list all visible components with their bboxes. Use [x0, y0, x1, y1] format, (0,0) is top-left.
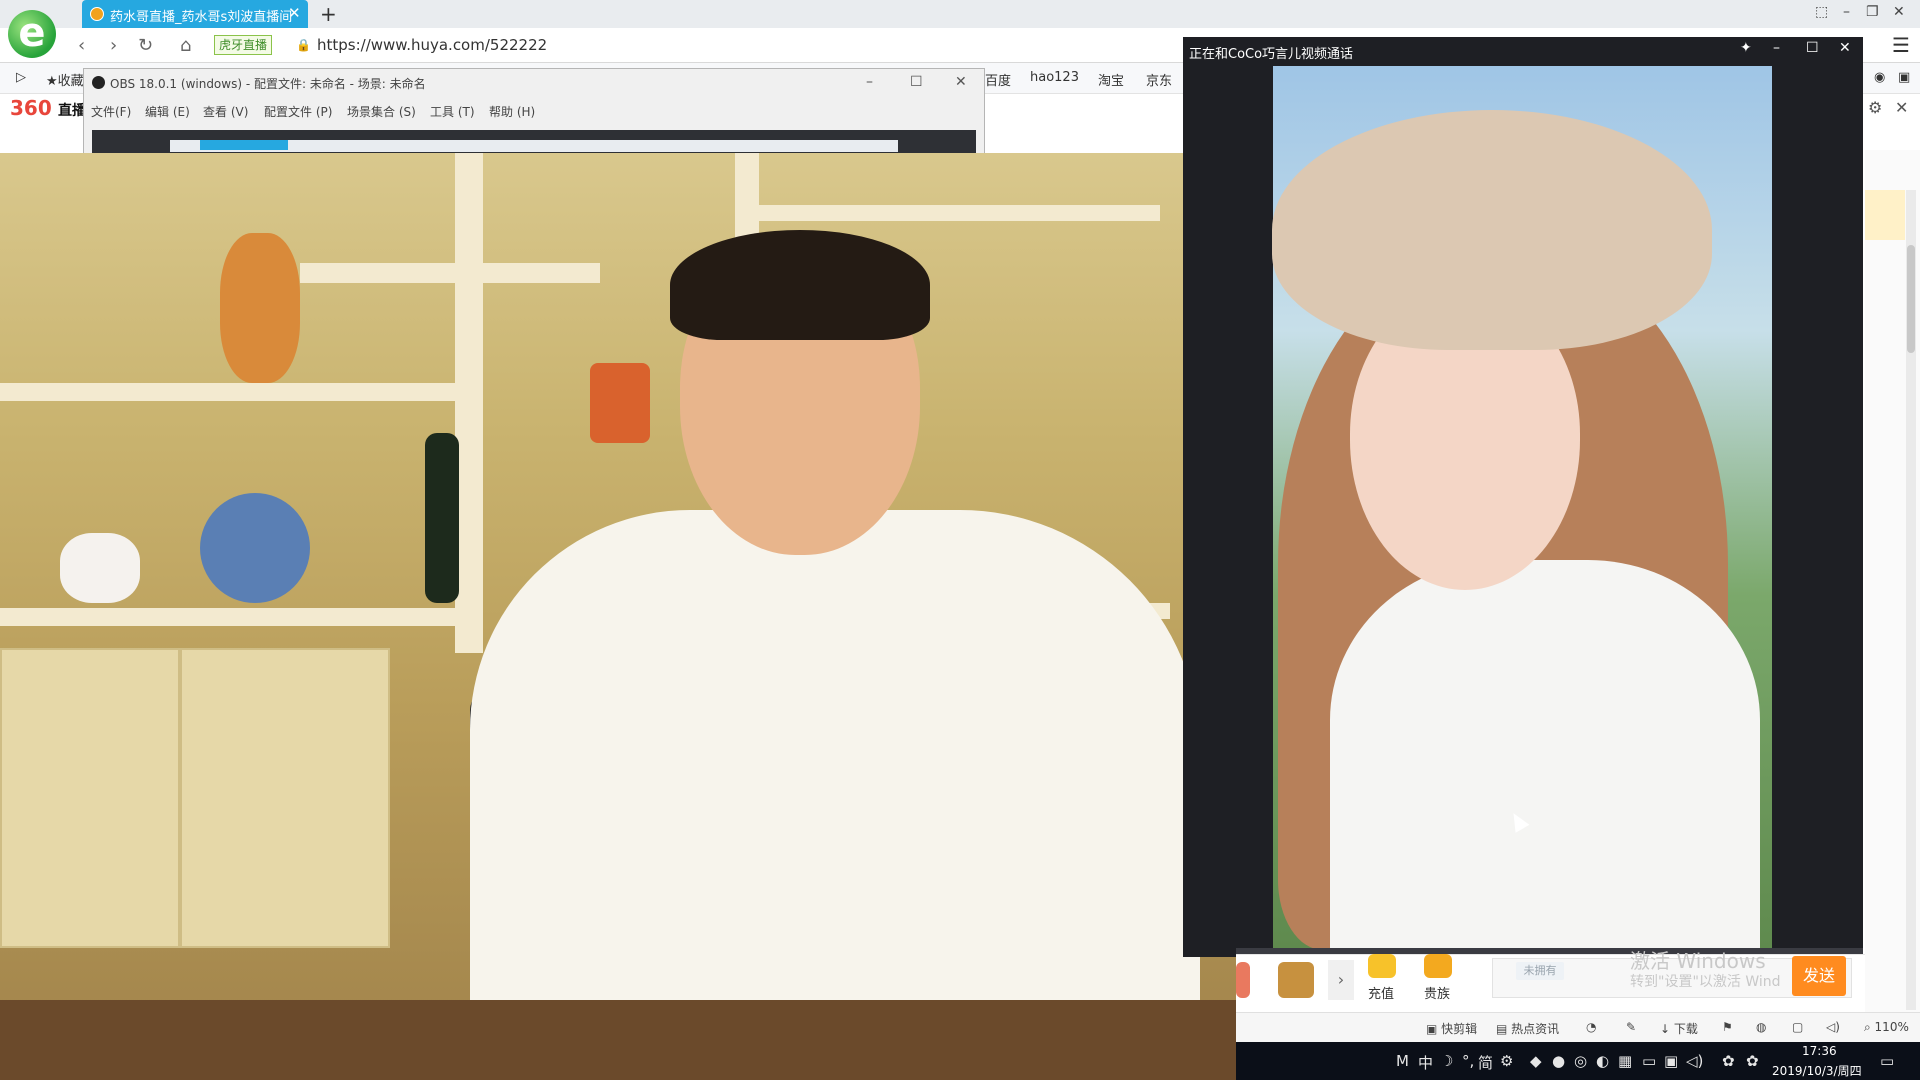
huya-promo-block[interactable]	[1865, 190, 1905, 240]
tray-app-icon[interactable]: ●	[1552, 1052, 1565, 1070]
obs-menu-scene-collection[interactable]: 场景集合 (S)	[347, 103, 416, 120]
tray-app-icon[interactable]: ◎	[1574, 1052, 1587, 1070]
punctuation-icon[interactable]: °,	[1462, 1052, 1474, 1070]
status-download[interactable]: ↓ 下载	[1660, 1020, 1698, 1037]
ime-settings-icon[interactable]: ⚙	[1500, 1052, 1513, 1070]
forward-icon[interactable]: ›	[110, 35, 117, 56]
streamer-hair	[670, 230, 930, 340]
caller-blouse	[1330, 560, 1760, 960]
extension-icon[interactable]: ▣	[1898, 70, 1910, 85]
call-maximize-icon[interactable]: ☐	[1806, 40, 1819, 56]
restore-icon[interactable]: ❐	[1866, 4, 1879, 20]
back-icon[interactable]: ‹	[78, 35, 85, 56]
gift-icon[interactable]	[1236, 962, 1250, 998]
bookmark-hao123[interactable]: hao123	[1030, 70, 1079, 85]
bookmark-favorites[interactable]: ★收藏	[46, 70, 84, 89]
tab-close-icon[interactable]: ✕	[288, 4, 301, 22]
ime-mode[interactable]: M	[1396, 1052, 1409, 1070]
status-icon[interactable]: ◍	[1756, 1020, 1766, 1034]
noble-label[interactable]: 贵族	[1424, 983, 1450, 1002]
obs-menu-tools[interactable]: 工具 (T)	[430, 103, 475, 120]
gift-next-icon[interactable]: ›	[1328, 960, 1354, 1000]
url-field[interactable]: https://www.huya.com/522222	[317, 36, 547, 54]
status-icon[interactable]: ◔	[1586, 1020, 1596, 1034]
lock-icon[interactable]: 🔒	[296, 38, 311, 52]
bookmark-taobao[interactable]: 淘宝	[1098, 70, 1124, 89]
extension-icon[interactable]: ◉	[1874, 70, 1885, 85]
tray-app-icon[interactable]: ✿	[1746, 1052, 1759, 1070]
bookmark-jd[interactable]: 京东	[1146, 70, 1172, 89]
obs-menu-view[interactable]: 查看 (V)	[203, 103, 248, 120]
settings-icon[interactable]: ⚙	[1868, 98, 1882, 117]
tray-app-icon[interactable]: ✿	[1722, 1052, 1735, 1070]
obs-menu-help[interactable]: 帮助 (H)	[489, 103, 535, 120]
site-logo-suffix: 直播	[58, 103, 86, 119]
minimize-icon[interactable]: –	[1843, 4, 1850, 20]
ime-simplified[interactable]: 简	[1478, 1052, 1493, 1073]
ime-language[interactable]: 中	[1418, 1052, 1433, 1073]
activation-watermark-title: 激活 Windows	[1630, 949, 1766, 973]
volume-icon[interactable]: ◁)	[1686, 1052, 1703, 1070]
call-close-icon[interactable]: ✕	[1839, 40, 1851, 56]
obs-menu-edit[interactable]: 编辑 (E)	[145, 103, 190, 120]
browser-logo-icon[interactable]: e	[8, 10, 56, 58]
home-icon[interactable]: ⌂	[180, 35, 191, 56]
obs-maximize-icon[interactable]: ☐	[910, 74, 923, 90]
gift-icon[interactable]	[1278, 962, 1314, 998]
obs-preview-tab	[200, 140, 288, 150]
pin-icon[interactable]: ✦	[1740, 40, 1752, 56]
browser-status-bar	[1236, 1012, 1920, 1043]
refresh-icon[interactable]: ↻	[138, 35, 153, 56]
not-have-badge: 未拥有	[1516, 962, 1564, 980]
obs-menu-profile[interactable]: 配置文件 (P)	[264, 103, 332, 120]
scrollbar-thumb[interactable]	[1907, 245, 1915, 353]
recharge-icon[interactable]	[1368, 954, 1396, 978]
close-panel-icon[interactable]: ✕	[1895, 98, 1908, 117]
desk	[0, 1000, 1236, 1080]
video-call-title: 正在和CoCo巧言儿视频通话	[1189, 47, 1354, 62]
bookmark-baidu[interactable]: 百度	[985, 70, 1011, 89]
obs-minimize-icon[interactable]: –	[866, 74, 873, 90]
recharge-label[interactable]: 充值	[1368, 983, 1394, 1002]
browser-menu-icon[interactable]: ☰	[1892, 33, 1910, 57]
moon-icon[interactable]: ☽	[1440, 1052, 1453, 1070]
zoom-level[interactable]: ⌕ 110%	[1864, 1020, 1909, 1035]
tray-app-icon[interactable]: ▦	[1618, 1052, 1632, 1070]
status-icon[interactable]: ✎	[1626, 1020, 1636, 1034]
streamer-shirt	[470, 510, 1200, 1070]
speaker-icon[interactable]: ◁)	[1826, 1020, 1840, 1034]
caller-hat	[1272, 110, 1712, 350]
tray-app-icon[interactable]: ▣	[1664, 1052, 1678, 1070]
obs-window-title: OBS 18.0.1 (windows) - 配置文件: 未命名 - 场景: 未…	[110, 77, 426, 91]
tray-app-icon[interactable]: ◐	[1596, 1052, 1609, 1070]
send-button[interactable]: 发送	[1792, 956, 1846, 996]
clock-date[interactable]: 2019/10/3/周四	[1772, 1062, 1862, 1079]
tab-huya-room[interactable]: 药水哥直播_药水哥s刘波直播间	[82, 0, 308, 28]
obs-menu-file[interactable]: 文件(F)	[91, 103, 131, 120]
close-window-icon[interactable]: ✕	[1893, 4, 1905, 20]
tab-title: 药水哥直播_药水哥s刘波直播间	[110, 10, 293, 25]
site-logo[interactable]: 360	[10, 96, 52, 120]
obs-close-icon[interactable]: ✕	[955, 74, 967, 90]
skin-icon[interactable]: ⬚	[1815, 4, 1828, 20]
activation-watermark-text: 转到"设置"以激活 Wind	[1630, 974, 1781, 990]
status-icon[interactable]: ⚑	[1722, 1020, 1733, 1034]
clock-time[interactable]: 17:36	[1802, 1044, 1837, 1058]
status-quick-clip[interactable]: ▣ 快剪辑	[1426, 1020, 1477, 1037]
new-tab-button[interactable]: +	[320, 2, 337, 26]
site-badge[interactable]: 虎牙直播	[214, 35, 273, 55]
network-icon[interactable]: ▭	[1642, 1052, 1656, 1070]
call-minimize-icon[interactable]: –	[1773, 40, 1780, 56]
status-hot-news[interactable]: ▤ 热点资讯	[1496, 1020, 1559, 1037]
sidebar-toggle-icon[interactable]: ▷	[16, 70, 26, 85]
notification-icon[interactable]: ▭	[1880, 1052, 1894, 1070]
obs-logo-icon	[92, 76, 105, 89]
noble-icon[interactable]	[1424, 954, 1452, 978]
tray-app-icon[interactable]: ◆	[1530, 1052, 1542, 1070]
status-icon[interactable]: ▢	[1792, 1020, 1803, 1034]
huya-favicon-icon	[90, 7, 104, 21]
